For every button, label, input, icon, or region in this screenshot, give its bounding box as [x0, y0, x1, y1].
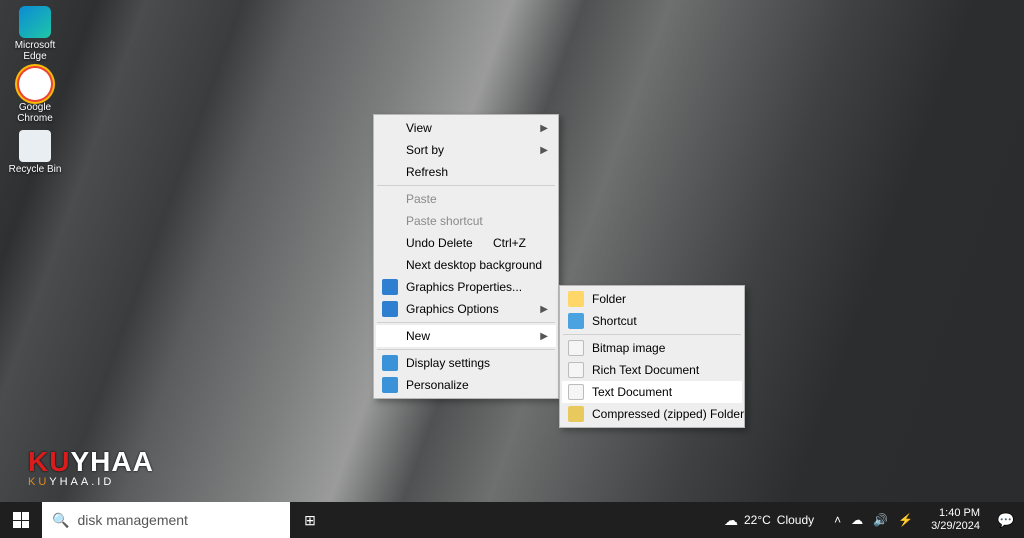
volume-icon[interactable]: 🔊: [873, 513, 888, 527]
desktop[interactable]: Microsoft Edge Google Chrome Recycle Bin…: [0, 0, 1024, 538]
submenu-item-shortcut[interactable]: Shortcut: [562, 310, 742, 332]
menu-separator: [377, 322, 555, 323]
chevron-right-icon: ▶: [540, 304, 548, 315]
clock-date: 3/29/2024: [931, 520, 980, 533]
wifi-icon[interactable]: ⚡: [898, 513, 913, 527]
menu-item-label: Rich Text Document: [592, 363, 699, 377]
menu-item-display-settings[interactable]: Display settings: [376, 352, 556, 374]
desktop-icons-area: Microsoft Edge Google Chrome Recycle Bin: [6, 6, 64, 175]
menu-item-label: Next desktop background: [406, 258, 542, 272]
zip-icon: [568, 406, 584, 422]
chevron-right-icon: ▶: [540, 331, 548, 342]
search-icon: 🔍: [52, 512, 69, 529]
menu-item-refresh[interactable]: Refresh: [376, 161, 556, 183]
taskbar-clock[interactable]: 1:40 PM 3/29/2024: [923, 502, 988, 538]
desktop-icon-recycle-bin[interactable]: Recycle Bin: [6, 130, 64, 175]
menu-item-graphics-options[interactable]: Graphics Options ▶: [376, 298, 556, 320]
menu-item-label: Compressed (zipped) Folder: [592, 407, 744, 421]
menu-item-label: Bitmap image: [592, 341, 665, 355]
desktop-icon-label: Recycle Bin: [9, 164, 62, 175]
taskbar-weather[interactable]: ☁ 22°C Cloudy: [714, 502, 824, 538]
menu-item-new[interactable]: New ▶: [376, 325, 556, 347]
menu-item-label: Refresh: [406, 165, 448, 179]
shortcut-icon: [568, 313, 584, 329]
menu-item-next-desktop-background[interactable]: Next desktop background: [376, 254, 556, 276]
menu-item-graphics-properties[interactable]: Graphics Properties...: [376, 276, 556, 298]
menu-item-paste: Paste: [376, 188, 556, 210]
display-icon: [382, 355, 398, 371]
weather-text: Cloudy: [777, 513, 814, 527]
menu-item-personalize[interactable]: Personalize: [376, 374, 556, 396]
menu-item-label: Shortcut: [592, 314, 637, 328]
personalize-icon: [382, 377, 398, 393]
windows-icon: [13, 512, 29, 528]
task-view-icon: ⊞: [304, 512, 316, 529]
action-center-button[interactable]: 💬: [988, 502, 1024, 538]
menu-item-label: Display settings: [406, 356, 490, 370]
context-submenu-new: Folder Shortcut Bitmap image Rich Text D…: [559, 285, 745, 428]
start-button[interactable]: [0, 502, 42, 538]
clock-time: 1:40 PM: [939, 507, 980, 520]
onedrive-icon[interactable]: ☁: [851, 513, 863, 527]
menu-item-sort-by[interactable]: Sort by ▶: [376, 139, 556, 161]
rtf-icon: [568, 362, 584, 378]
menu-item-label: View: [406, 121, 432, 135]
menu-item-paste-shortcut: Paste shortcut: [376, 210, 556, 232]
weather-temp: 22°C: [744, 513, 771, 527]
watermark-title: KUYHAA: [28, 446, 154, 478]
system-tray[interactable]: ˄ ☁ 🔊 ⚡: [824, 502, 923, 538]
menu-item-label: Paste shortcut: [406, 214, 483, 228]
menu-item-label: Graphics Options: [406, 302, 499, 316]
menu-item-undo-delete[interactable]: Undo Delete Ctrl+Z: [376, 232, 556, 254]
submenu-item-text-document[interactable]: Text Document: [562, 381, 742, 403]
chevron-right-icon: ▶: [540, 145, 548, 156]
watermark: KUYHAA KUYHAA.ID: [28, 446, 154, 488]
desktop-icon-chrome[interactable]: Google Chrome: [6, 68, 64, 124]
menu-item-label: Undo Delete: [406, 236, 473, 250]
graphics-icon: [382, 301, 398, 317]
edge-icon: [19, 6, 51, 38]
context-menu: View ▶ Sort by ▶ Refresh Paste Paste sho…: [373, 114, 559, 399]
folder-icon: [568, 291, 584, 307]
menu-item-label: Graphics Properties...: [406, 280, 522, 294]
cloud-icon: ☁: [724, 512, 738, 529]
submenu-item-compressed-folder[interactable]: Compressed (zipped) Folder: [562, 403, 742, 425]
recycle-bin-icon: [19, 130, 51, 162]
desktop-icon-label: Google Chrome: [6, 102, 64, 124]
menu-item-shortcut: Ctrl+Z: [493, 236, 526, 250]
desktop-icon-label: Microsoft Edge: [6, 40, 64, 62]
chevron-right-icon: ▶: [540, 123, 548, 134]
menu-item-label: Text Document: [592, 385, 672, 399]
menu-item-label: Personalize: [406, 378, 469, 392]
taskbar-spacer: [330, 502, 714, 538]
submenu-item-bitmap-image[interactable]: Bitmap image: [562, 337, 742, 359]
notification-icon: 💬: [997, 512, 1014, 529]
search-input-text: disk management: [77, 512, 188, 528]
menu-item-label: Paste: [406, 192, 437, 206]
menu-separator: [377, 349, 555, 350]
menu-separator: [377, 185, 555, 186]
menu-item-label: Sort by: [406, 143, 444, 157]
taskbar-search[interactable]: 🔍 disk management: [42, 502, 290, 538]
menu-item-label: Folder: [592, 292, 626, 306]
submenu-item-rich-text-document[interactable]: Rich Text Document: [562, 359, 742, 381]
chrome-icon: [19, 68, 51, 100]
bitmap-icon: [568, 340, 584, 356]
menu-separator: [563, 334, 741, 335]
chevron-up-icon[interactable]: ˄: [834, 513, 841, 527]
txt-icon: [568, 384, 584, 400]
submenu-item-folder[interactable]: Folder: [562, 288, 742, 310]
taskbar: 🔍 disk management ⊞ ☁ 22°C Cloudy ˄ ☁ 🔊 …: [0, 502, 1024, 538]
task-view-button[interactable]: ⊞: [290, 502, 330, 538]
menu-item-label: New: [406, 329, 430, 343]
menu-item-view[interactable]: View ▶: [376, 117, 556, 139]
graphics-icon: [382, 279, 398, 295]
desktop-icon-edge[interactable]: Microsoft Edge: [6, 6, 64, 62]
